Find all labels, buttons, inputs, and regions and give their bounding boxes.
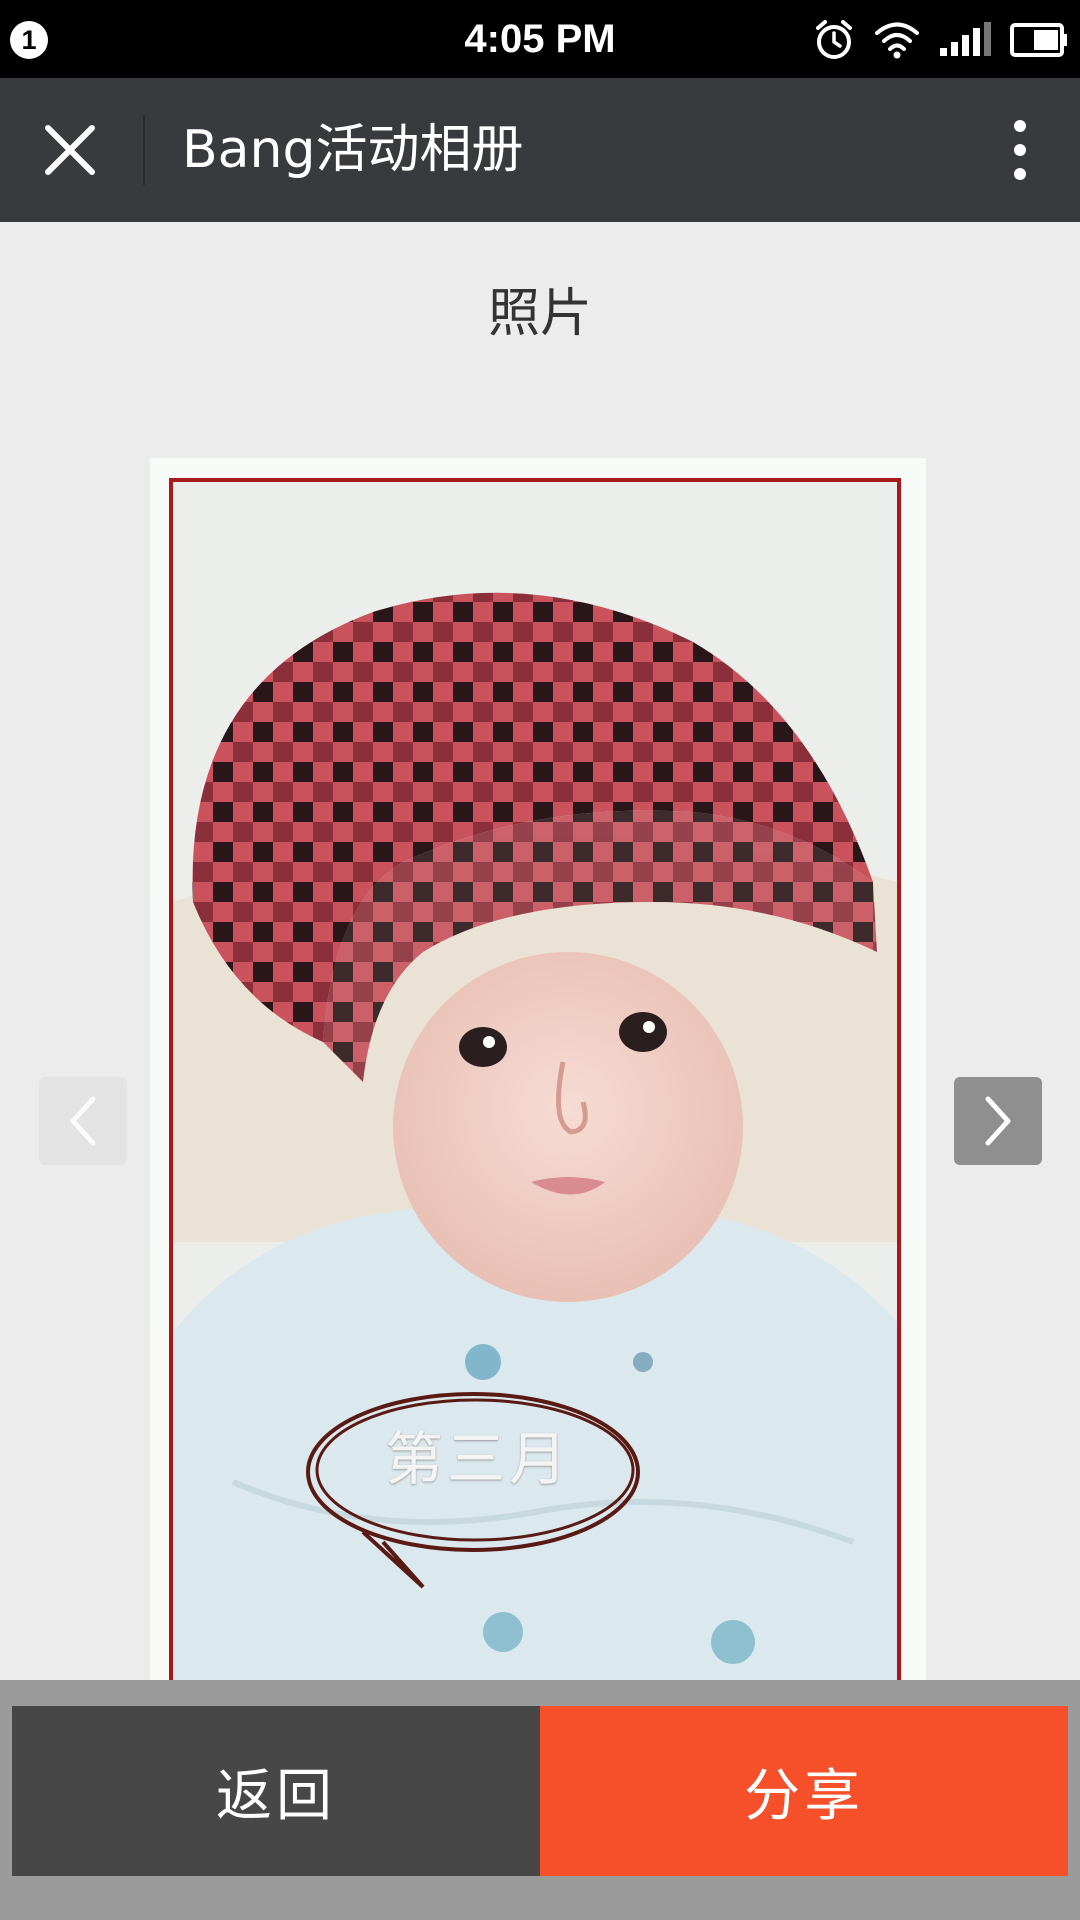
bottom-bar: 返回 分享 [0,1680,1080,1920]
battery-icon [1010,23,1067,57]
alarm-icon [816,20,852,59]
close-icon [45,125,95,175]
photo-caption-text: 第三月 [384,1425,571,1493]
page-title: Bang活动相册 [182,120,524,180]
photo: 第三月 [169,478,901,1680]
wifi-icon [875,22,919,59]
next-photo-button[interactable] [954,1077,1042,1165]
action-bar: Bang活动相册 [0,78,1080,222]
share-button[interactable]: 分享 [540,1706,1068,1876]
chevron-left-icon [70,1096,96,1146]
action-bar-divider [143,115,145,185]
more-vertical-icon [1014,120,1026,180]
previous-photo-button[interactable] [39,1077,127,1165]
section-heading: 照片 [487,284,592,344]
signal-icon [940,22,991,56]
status-bar: 1 4:05 PM [0,0,1080,78]
more-options-button[interactable] [990,110,1050,190]
baby-photo-illustration [173,482,897,1680]
back-button[interactable]: 返回 [12,1706,540,1876]
status-icons [812,16,1068,64]
photo-viewer[interactable]: 第三月 [150,458,926,1680]
chevron-right-icon [985,1096,1011,1146]
close-button[interactable] [30,110,110,190]
